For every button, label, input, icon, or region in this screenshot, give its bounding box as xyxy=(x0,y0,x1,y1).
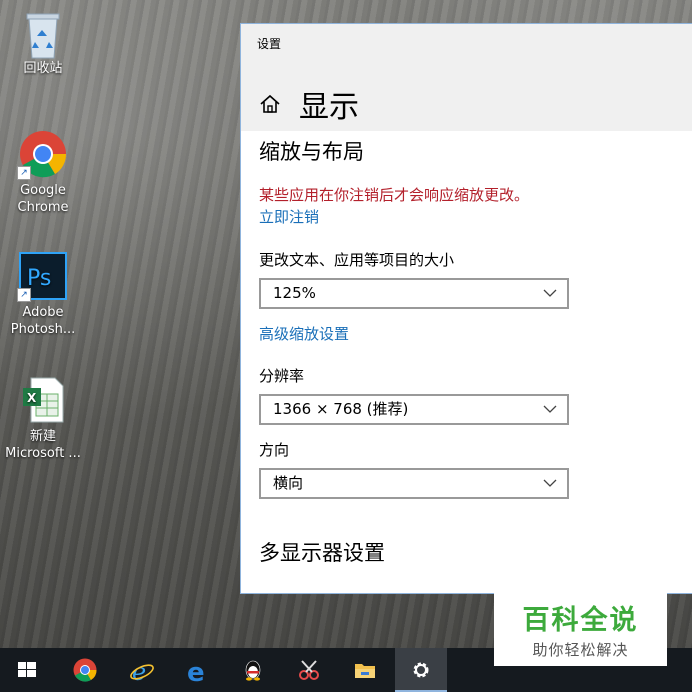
signout-now-link[interactable]: 立即注销 xyxy=(259,206,679,228)
signout-warning: 某些应用在你注销后才会响应缩放更改。 xyxy=(259,186,530,204)
chrome-icon: ↗ xyxy=(17,130,67,180)
page-title: 显示 xyxy=(299,90,359,125)
photoshop-shortcut[interactable]: Ps ↗ Adobe Photosh... xyxy=(3,252,83,338)
chevron-down-icon xyxy=(543,479,557,487)
window-title: 设置 xyxy=(257,37,282,51)
folder-icon xyxy=(355,664,375,678)
desktop-icon-label: Google Chrome xyxy=(17,183,69,215)
orientation-value: 横向 xyxy=(273,474,304,492)
taskbar-file-explorer[interactable] xyxy=(341,648,389,692)
orientation-dropdown[interactable]: 横向 xyxy=(259,468,569,499)
recycle-bin-shortcut[interactable]: 回收站 xyxy=(3,8,83,77)
excel-file-icon: X xyxy=(19,376,67,424)
shortcut-arrow-icon: ↗ xyxy=(17,288,31,302)
edge-icon: e xyxy=(187,658,205,684)
resolution-dropdown[interactable]: 1366 × 768 (推荐) xyxy=(259,394,569,425)
orientation-label: 方向 xyxy=(259,441,290,459)
taskbar-settings[interactable] xyxy=(395,648,447,692)
svg-text:e: e xyxy=(187,658,205,684)
chevron-down-icon xyxy=(543,289,557,297)
chrome-shortcut[interactable]: ↗ Google Chrome xyxy=(3,130,83,216)
excel-file-shortcut[interactable]: X 新建 Microsoft ... xyxy=(3,376,83,462)
desktop-icon-label: 新建 Microsoft ... xyxy=(5,429,81,461)
desktop-icon-label: Adobe Photosh... xyxy=(10,305,76,337)
desktop-icon-label: 回收站 xyxy=(23,61,63,76)
section-title-multiple-displays: 多显示器设置 xyxy=(259,541,385,565)
home-icon[interactable] xyxy=(259,93,281,115)
gear-icon xyxy=(413,662,429,678)
scale-dropdown[interactable]: 125% xyxy=(259,278,569,309)
qq-penguin-icon xyxy=(245,660,261,681)
advanced-scaling-link[interactable]: 高级缩放设置 xyxy=(259,323,679,345)
photoshop-icon: Ps ↗ xyxy=(17,252,67,302)
resolution-label: 分辨率 xyxy=(259,367,305,385)
taskbar-chrome[interactable] xyxy=(61,648,109,692)
settings-content: 缩放与布局 某些应用在你注销后才会响应缩放更改。 立即注销 更改文本、应用等项目… xyxy=(259,136,679,591)
taskbar-internet-explorer[interactable]: e xyxy=(117,648,165,692)
scissors-icon xyxy=(299,660,319,680)
recycle-bin-icon xyxy=(19,8,67,59)
start-button[interactable] xyxy=(3,648,51,692)
taskbar-qq[interactable] xyxy=(229,648,277,692)
scale-value: 125% xyxy=(273,284,316,302)
internet-explorer-icon: e xyxy=(130,658,154,684)
windows-logo-icon xyxy=(18,662,36,677)
chrome-icon xyxy=(73,658,97,682)
shortcut-arrow-icon: ↗ xyxy=(17,166,31,180)
chevron-down-icon xyxy=(543,405,557,413)
svg-text:X: X xyxy=(27,391,37,405)
watermark-badge: 百科全说 助你轻松解决 xyxy=(494,592,667,666)
watermark-title: 百科全说 xyxy=(522,605,639,636)
watermark-subtitle: 助你轻松解决 xyxy=(532,641,629,659)
scale-label: 更改文本、应用等项目的大小 xyxy=(259,251,455,269)
taskbar-snipping-tool[interactable] xyxy=(285,648,333,692)
settings-window: 设置 显示 缩放与布局 某些应用在你注销后才会响应缩放更改。 立即注销 更改文本… xyxy=(240,23,692,594)
section-title-scale-layout: 缩放与布局 xyxy=(259,140,364,164)
window-header: 设置 显示 xyxy=(241,24,692,131)
taskbar-edge[interactable]: e xyxy=(173,648,221,692)
resolution-value: 1366 × 768 (推荐) xyxy=(273,400,409,418)
